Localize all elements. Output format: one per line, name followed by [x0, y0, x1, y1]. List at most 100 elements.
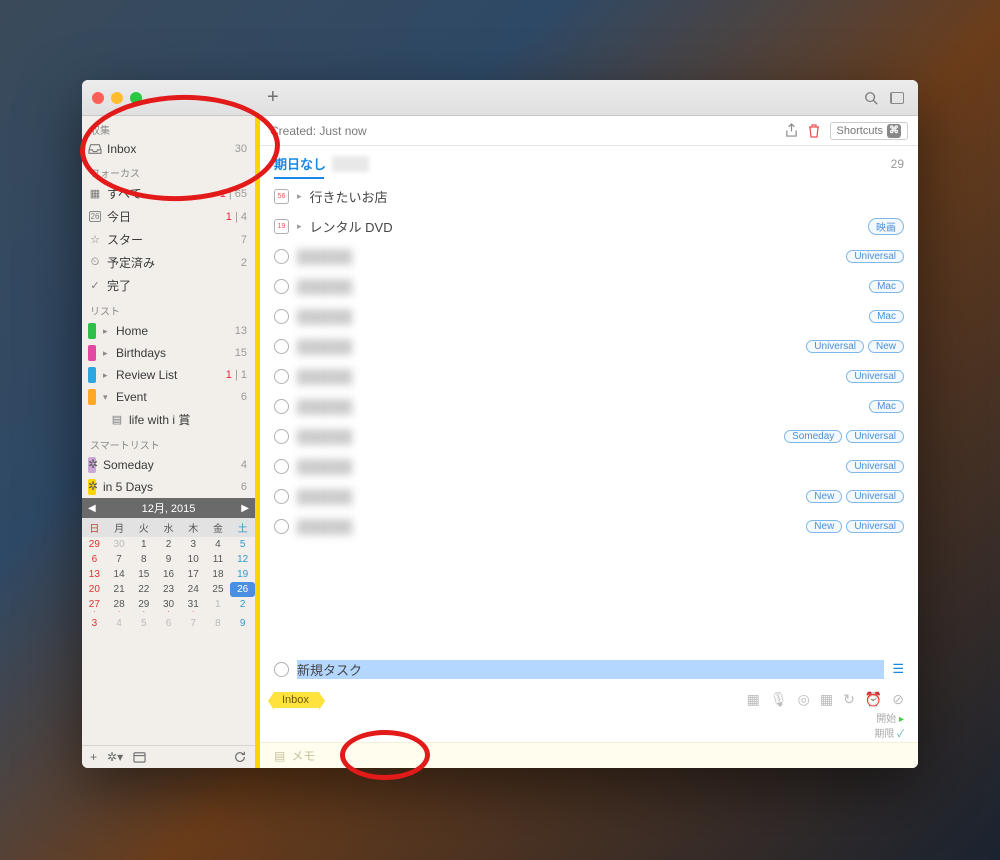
add-list-icon[interactable]: +	[90, 750, 97, 764]
calendar-day[interactable]: 6	[82, 552, 107, 567]
new-task-title[interactable]: 新規タスク	[297, 660, 884, 679]
calendar-day[interactable]: 3	[82, 616, 107, 631]
calendar-day[interactable]: 22	[131, 582, 156, 597]
tag[interactable]: Universal	[846, 490, 904, 503]
calendar-day[interactable]: 12	[230, 552, 255, 567]
task-row[interactable]: ██████SomedayUniversal	[260, 421, 918, 451]
sync-icon[interactable]	[233, 750, 247, 764]
task-list-tag[interactable]: Inbox	[274, 692, 319, 706]
calendar-day[interactable]: 31	[181, 597, 206, 616]
tag[interactable]: Universal	[846, 520, 904, 533]
sidebar-focus-item[interactable]: 26今日1 | 4	[82, 205, 255, 228]
tag[interactable]: New	[806, 520, 842, 533]
sidebar-inbox[interactable]: Inbox 30	[82, 139, 255, 159]
task-row[interactable]: ██████Mac	[260, 271, 918, 301]
task-checkbox[interactable]	[274, 279, 289, 294]
task-checkbox[interactable]	[274, 309, 289, 324]
calendar-day[interactable]: 4	[206, 537, 231, 552]
mini-calendar[interactable]: 日月火水木金土 29301234567891011121314151617181…	[82, 518, 255, 631]
memo-field[interactable]: ▤ メモ	[260, 742, 918, 768]
sidebar-focus-item[interactable]: ✓完了	[82, 274, 255, 297]
task-checkbox[interactable]	[274, 369, 289, 384]
tag[interactable]: New	[868, 340, 904, 353]
minimize-button[interactable]	[111, 92, 123, 104]
task-row[interactable]: ▸レンタル DVD映画	[260, 211, 918, 241]
start-label[interactable]: 開始	[876, 714, 896, 725]
calendar-day[interactable]: 5	[230, 537, 255, 552]
sidebar-list-item[interactable]: ▸Birthdays15	[82, 342, 255, 364]
calendar-day[interactable]: 15	[131, 567, 156, 582]
mic-icon[interactable]: 🎙	[770, 691, 788, 708]
calendar-icon[interactable]	[133, 751, 146, 763]
calendar-day[interactable]: 13	[82, 567, 107, 582]
sidebar-focus-item[interactable]: ☆スター7	[82, 228, 255, 251]
tag[interactable]: Universal	[806, 340, 864, 353]
task-checkbox[interactable]	[274, 399, 289, 414]
calendar-day[interactable]: 28	[107, 597, 132, 616]
sidebar-list-item[interactable]: ▤life with i 賞	[82, 408, 255, 431]
sidebar-focus-item[interactable]: ▦すべて1 | 65	[82, 182, 255, 205]
calendar-day[interactable]: 4	[107, 616, 132, 631]
calendar-day[interactable]: 8	[206, 616, 231, 631]
task-row[interactable]: ██████NewUniversal	[260, 481, 918, 511]
task-checkbox[interactable]	[274, 429, 289, 444]
task-checkbox[interactable]	[274, 459, 289, 474]
calendar-day[interactable]: 29	[131, 597, 156, 616]
calendar-day[interactable]: 27	[82, 597, 107, 616]
calendar-day[interactable]: 16	[156, 567, 181, 582]
tag[interactable]: New	[806, 490, 842, 503]
calendar-day[interactable]: 1	[131, 537, 156, 552]
new-task-row[interactable]: 新規タスク ☰	[260, 654, 918, 684]
task-checkbox[interactable]	[274, 249, 289, 264]
task-row[interactable]: ▸行きたいお店	[260, 181, 918, 211]
task-detail-icon[interactable]: ☰	[892, 661, 904, 677]
close-button[interactable]	[92, 92, 104, 104]
calendar-day[interactable]: 7	[181, 616, 206, 631]
shortcuts-button[interactable]: Shortcuts⌘	[830, 122, 908, 140]
calendar-day[interactable]: 25	[206, 582, 231, 597]
sidebar-list-item[interactable]: ▸Home13	[82, 320, 255, 342]
calendar-day[interactable]: 30	[107, 537, 132, 552]
calendar-day[interactable]: 20	[82, 582, 107, 597]
task-date-box[interactable]	[274, 189, 289, 204]
calendar-day[interactable]: 29	[82, 537, 107, 552]
delete-icon[interactable]	[808, 124, 820, 138]
calendar-day[interactable]: 14	[107, 567, 132, 582]
calendar-day[interactable]: 19	[230, 567, 255, 582]
sidebar-smart-item[interactable]: ✲in 5 Days6	[82, 476, 255, 498]
task-row[interactable]: ██████Universal	[260, 241, 918, 271]
tag[interactable]: Mac	[869, 310, 904, 323]
tag[interactable]: Universal	[846, 430, 904, 443]
calendar-day[interactable]: 6	[156, 616, 181, 631]
tag[interactable]: Someday	[784, 430, 842, 443]
task-checkbox[interactable]	[274, 489, 289, 504]
sidebar-smart-item[interactable]: ✲Someday4	[82, 454, 255, 476]
repeat-icon[interactable]: ↻	[843, 691, 855, 708]
sidebar-list-item[interactable]: ▸Review List1 | 1	[82, 364, 255, 386]
tag[interactable]: Universal	[846, 460, 904, 473]
calendar-day[interactable]: 21	[107, 582, 132, 597]
calendar-day[interactable]: 18	[206, 567, 231, 582]
task-row[interactable]: ██████Universal	[260, 361, 918, 391]
tag[interactable]: Mac	[869, 280, 904, 293]
task-row[interactable]: ██████NewUniversal	[260, 511, 918, 541]
calendar-day[interactable]: 1	[206, 597, 231, 616]
date-icon[interactable]: ▦	[820, 691, 833, 708]
task-row[interactable]: ██████Universal	[260, 451, 918, 481]
calendar-day[interactable]: 9	[156, 552, 181, 567]
tag[interactable]: Mac	[869, 400, 904, 413]
calendar-day[interactable]: 17	[181, 567, 206, 582]
settings-icon[interactable]: ✲▾	[107, 750, 123, 764]
calendar-day[interactable]: 23	[156, 582, 181, 597]
more-icon[interactable]: ⊘	[892, 691, 904, 708]
share-icon[interactable]	[785, 123, 798, 138]
calendar-next[interactable]: ▶	[241, 503, 249, 514]
task-row[interactable]: ██████Mac	[260, 301, 918, 331]
add-button[interactable]: +	[267, 86, 279, 109]
calendar-day[interactable]: 9	[230, 616, 255, 631]
calendar-day[interactable]: 24	[181, 582, 206, 597]
tag[interactable]: 映画	[868, 218, 904, 235]
calendar-day[interactable]: 2	[230, 597, 255, 616]
tag[interactable]: Universal	[846, 370, 904, 383]
location-icon[interactable]: ◎	[798, 691, 810, 708]
